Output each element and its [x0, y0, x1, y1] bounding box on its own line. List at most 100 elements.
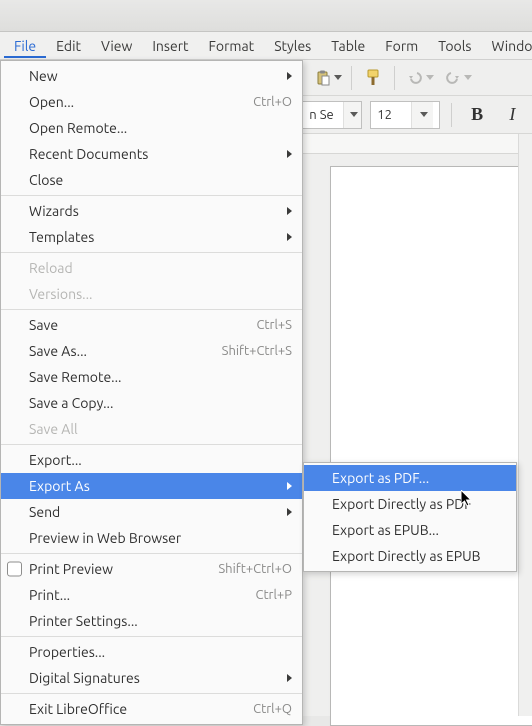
menuitem-label: Open Remote...: [29, 120, 292, 136]
menuitem-accelerator: Ctrl+O: [253, 95, 292, 109]
menuitem-label: New: [29, 68, 279, 84]
chevron-right-icon: [287, 482, 292, 490]
menuitem-save-a-copy[interactable]: Save a Copy...: [1, 390, 302, 416]
menuitem-label: Save a Copy...: [29, 395, 292, 411]
menuitem-properties[interactable]: Properties...: [1, 639, 302, 665]
clone-formatting-button[interactable]: [359, 64, 387, 92]
font-name-drop[interactable]: [343, 102, 361, 128]
toolbar-separator: [351, 66, 352, 90]
menuitem-export-as[interactable]: Export As: [1, 473, 302, 499]
menu-separator: [1, 195, 302, 196]
menu-edit[interactable]: Edit: [46, 34, 91, 58]
font-size-drop[interactable]: [411, 102, 433, 128]
menuitem-label: Digital Signatures: [29, 670, 279, 686]
clipboard-icon: [314, 69, 332, 87]
menuitem-export[interactable]: Export...: [1, 447, 302, 473]
redo-icon: [444, 69, 462, 87]
menu-table[interactable]: Table: [321, 34, 375, 58]
undo-button[interactable]: [402, 64, 436, 92]
menuitem-close[interactable]: Close: [1, 167, 302, 193]
menuitem-label: Send: [29, 504, 279, 520]
menuitem-label: Printer Settings...: [29, 613, 292, 629]
menuitem-label: Exit LibreOffice: [29, 701, 243, 717]
menuitem-label: Close: [29, 172, 292, 188]
menuitem-save[interactable]: SaveCtrl+S: [1, 312, 302, 338]
italic-icon: I: [509, 104, 515, 125]
menuitem-label: Save: [29, 317, 246, 333]
bold-button[interactable]: B: [463, 101, 490, 129]
menu-styles[interactable]: Styles: [264, 34, 321, 58]
menuitem-send[interactable]: Send: [1, 499, 302, 525]
chevron-right-icon: [287, 508, 292, 516]
export-as-submenu: Export as PDF... Export Directly as PDF Ex…: [303, 462, 517, 572]
menuitem-digital-signatures[interactable]: Digital Signatures: [1, 665, 302, 691]
menuitem-open-remote[interactable]: Open Remote...: [1, 115, 302, 141]
menuitem-label: Print...: [29, 587, 245, 603]
document-page[interactable]: [330, 166, 532, 726]
menuitem-label: Preview in Web Browser: [29, 530, 292, 546]
menuitem-export-directly-as-pdf[interactable]: Export Directly as PDF: [304, 491, 516, 517]
file-menu-dropdown: New Open... Ctrl+O Open Remote... Recent Doc…: [0, 60, 303, 725]
menuitem-label: Save Remote...: [29, 369, 292, 385]
menuitem-save-remote[interactable]: Save Remote...: [1, 364, 302, 390]
menuitem-accelerator: Shift+Ctrl+S: [222, 344, 292, 358]
toolbar-separator: [451, 103, 452, 127]
italic-button[interactable]: I: [499, 101, 526, 129]
font-name-value: n Se: [303, 108, 343, 122]
menuitem-versions: Versions...: [1, 281, 302, 307]
menuitem-export-as-epub[interactable]: Export as EPUB...: [304, 517, 516, 543]
menuitem-save-as[interactable]: Save As... Shift+Ctrl+S: [1, 338, 302, 364]
menu-form[interactable]: Form: [375, 34, 428, 58]
menuitem-print-preview[interactable]: Print PreviewShift+Ctrl+O: [1, 556, 302, 582]
chevron-right-icon: [287, 207, 292, 215]
menuitem-label: Recent Documents: [29, 146, 279, 162]
menuitem-label: Export as EPUB...: [332, 522, 506, 538]
menuitem-label: Export Directly as PDF: [332, 496, 506, 512]
chevron-right-icon: [287, 150, 292, 158]
menu-separator: [1, 444, 302, 445]
vertical-scrollbar[interactable]: [518, 134, 532, 716]
font-name-combo[interactable]: n Se: [302, 101, 362, 129]
menu-separator: [1, 693, 302, 694]
menu-insert[interactable]: Insert: [142, 34, 198, 58]
menu-separator: [1, 553, 302, 554]
menuitem-label: Save As...: [29, 343, 212, 359]
menuitem-save-all: Save All: [1, 416, 302, 442]
menuitem-recent-documents[interactable]: Recent Documents: [1, 141, 302, 167]
menuitem-label: Reload: [29, 260, 292, 276]
chevron-right-icon: [287, 72, 292, 80]
paste-dropdown-button[interactable]: [310, 64, 344, 92]
menuitem-templates[interactable]: Templates: [1, 224, 302, 250]
menuitem-export-as-pdf[interactable]: Export as PDF...: [304, 465, 516, 491]
menuitem-preview-in-web-browser[interactable]: Preview in Web Browser: [1, 525, 302, 551]
redo-button[interactable]: [440, 64, 474, 92]
menu-file[interactable]: File: [4, 34, 46, 58]
menuitem-accelerator: Shift+Ctrl+O: [218, 562, 292, 576]
menuitem-reload: Reload: [1, 255, 302, 281]
menuitem-label: Versions...: [29, 286, 292, 302]
menubar: FileEditViewInsertFormatStylesTableFormT…: [0, 32, 532, 60]
menuitem-label: Templates: [29, 229, 279, 245]
menuitem-label: Open...: [29, 94, 243, 110]
menuitem-label: Export As: [29, 478, 279, 494]
menu-separator: [1, 309, 302, 310]
chevron-right-icon: [287, 674, 292, 682]
font-size-combo[interactable]: 12: [370, 101, 440, 129]
menuitem-open[interactable]: Open... Ctrl+O: [1, 89, 302, 115]
bold-icon: B: [471, 104, 483, 125]
menuitem-wizards[interactable]: Wizards: [1, 198, 302, 224]
paintbrush-icon: [363, 68, 383, 88]
menuitem-export-directly-as-epub[interactable]: Export Directly as EPUB: [304, 543, 516, 569]
menu-format[interactable]: Format: [199, 34, 265, 58]
menu-tools[interactable]: Tools: [428, 34, 481, 58]
window-titlebar: [0, 0, 532, 32]
menuitem-new[interactable]: New: [1, 63, 302, 89]
toolbar-separator: [394, 66, 395, 90]
menuitem-label: Save All: [29, 421, 292, 437]
menuitem-print[interactable]: Print...Ctrl+P: [1, 582, 302, 608]
menuitem-exit-libreoffice[interactable]: Exit LibreOfficeCtrl+Q: [1, 696, 302, 722]
menu-view[interactable]: View: [91, 34, 142, 58]
menu-window[interactable]: Window: [481, 34, 532, 58]
font-size-value: 12: [371, 108, 411, 122]
menuitem-printer-settings[interactable]: Printer Settings...: [1, 608, 302, 634]
